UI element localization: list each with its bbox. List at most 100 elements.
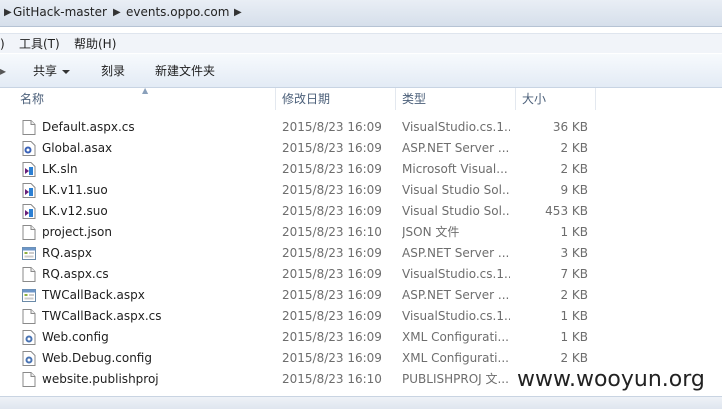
- breadcrumb-item[interactable]: GitHack-master: [13, 4, 107, 21]
- menu-item-partial[interactable]: ): [0, 36, 5, 52]
- file-date: 2015/8/23 16:09: [282, 351, 382, 365]
- table-row[interactable]: TWCallBack.aspx 2015/8/23 16:09 ASP.NET Se…: [0, 285, 600, 306]
- file-name: Web.Debug.config: [42, 351, 152, 365]
- file-date: 2015/8/23 16:09: [282, 246, 382, 260]
- file-size: 9 KB: [560, 183, 588, 197]
- share-button-label: 共享: [33, 64, 58, 78]
- file-size: 7 KB: [560, 267, 588, 281]
- table-row[interactable]: RQ.aspx.cs 2015/8/23 16:09 VisualStudio.cs…: [0, 264, 600, 285]
- file-date: 2015/8/23 16:09: [282, 330, 382, 344]
- file-size: 36 KB: [552, 120, 588, 134]
- table-row[interactable]: LK.sln 2015/8/23 16:09 Microsoft Visual...…: [0, 159, 600, 180]
- file-date: 2015/8/23 16:09: [282, 141, 382, 155]
- file-date: 2015/8/23 16:09: [282, 204, 382, 218]
- menu-item-help[interactable]: 帮助(H): [74, 36, 116, 52]
- file-cs-icon: [22, 309, 36, 324]
- file-type: XML Configurati...: [402, 351, 509, 365]
- file-name: Global.asax: [42, 141, 113, 155]
- column-header-name[interactable]: 名称: [20, 88, 274, 110]
- file-size: 453 KB: [545, 204, 588, 218]
- menu-item-tools[interactable]: 工具(T): [19, 36, 60, 52]
- file-name: Web.config: [42, 330, 109, 344]
- file-date: 2015/8/23 16:10: [282, 372, 382, 386]
- file-type: ASP.NET Server ...: [402, 246, 510, 260]
- table-row[interactable]: Default.aspx.cs 2015/8/23 16:09 VisualStud…: [0, 117, 600, 138]
- file-aspx-icon: [22, 246, 36, 261]
- file-name: TWCallBack.aspx.cs: [42, 309, 162, 323]
- file-generic-icon: [22, 372, 36, 387]
- column-divider[interactable]: [515, 88, 516, 110]
- file-name: Default.aspx.cs: [42, 120, 135, 134]
- file-name: LK.sln: [42, 162, 78, 176]
- file-size: 1 KB: [560, 225, 588, 239]
- file-name: RQ.aspx: [42, 246, 92, 260]
- chevron-down-icon: [62, 69, 71, 74]
- file-size: 2 KB: [560, 288, 588, 302]
- menu-bar: ) 工具(T) 帮助(H): [0, 33, 722, 54]
- column-divider[interactable]: [275, 88, 276, 110]
- file-name: LK.v11.suo: [42, 183, 108, 197]
- column-divider[interactable]: [595, 88, 596, 110]
- file-size: 1 KB: [560, 309, 588, 323]
- file-name: website.publishproj: [42, 372, 159, 386]
- file-name: TWCallBack.aspx: [42, 288, 145, 302]
- file-date: 2015/8/23 16:09: [282, 183, 382, 197]
- file-type: JSON 文件: [402, 225, 460, 239]
- table-row[interactable]: Web.Debug.config 2015/8/23 16:09 XML Confi…: [0, 348, 600, 369]
- file-cs-icon: [22, 120, 36, 135]
- file-size: 3 KB: [560, 246, 588, 260]
- file-size: 2 KB: [560, 141, 588, 155]
- file-sln-icon: [22, 162, 36, 177]
- status-bar: [0, 396, 722, 409]
- chevron-right-icon[interactable]: ▶: [234, 3, 242, 22]
- column-header-date[interactable]: 修改日期: [282, 88, 394, 110]
- file-type: XML Configurati...: [402, 330, 509, 344]
- file-type: VisualStudio.cs.1...: [402, 309, 510, 323]
- burn-button[interactable]: 刻录: [101, 62, 125, 80]
- column-header-type[interactable]: 类型: [402, 88, 514, 110]
- file-name: RQ.aspx.cs: [42, 267, 109, 281]
- file-date: 2015/8/23 16:09: [282, 120, 382, 134]
- table-row[interactable]: LK.v12.suo 2015/8/23 16:09 Visual Studio S…: [0, 201, 600, 222]
- table-row[interactable]: TWCallBack.aspx.cs 2015/8/23 16:09 VisualS…: [0, 306, 600, 327]
- file-date: 2015/8/23 16:09: [282, 162, 382, 176]
- file-size: 1 KB: [560, 330, 588, 344]
- toolbar-overflow-icon[interactable]: ▸: [0, 62, 6, 80]
- file-type: ASP.NET Server ...: [402, 141, 510, 155]
- table-row[interactable]: Global.asax 2015/8/23 16:09 ASP.NET Server…: [0, 138, 600, 159]
- file-size: 2 KB: [560, 162, 588, 176]
- file-aspx-icon: [22, 288, 36, 303]
- file-type: Microsoft Visual...: [402, 162, 508, 176]
- address-bar[interactable]: ▶ GitHack-master ▶ events.oppo.com ▶: [0, 0, 722, 27]
- file-type: Visual Studio Sol...: [402, 183, 510, 197]
- command-toolbar: ▸ 共享 刻录 新建文件夹: [0, 53, 722, 88]
- file-config-icon: [22, 351, 36, 366]
- file-suo-icon: [22, 204, 36, 219]
- file-type: ASP.NET Server ...: [402, 288, 510, 302]
- new-folder-button[interactable]: 新建文件夹: [155, 62, 215, 80]
- file-date: 2015/8/23 16:09: [282, 309, 382, 323]
- breadcrumb-item[interactable]: events.oppo.com: [126, 4, 229, 21]
- file-name: LK.v12.suo: [42, 204, 108, 218]
- column-divider[interactable]: [395, 88, 396, 110]
- share-button[interactable]: 共享: [33, 62, 71, 80]
- file-type: PUBLISHPROJ 文...: [402, 372, 509, 386]
- chevron-right-icon[interactable]: ▶: [4, 3, 12, 22]
- table-row[interactable]: RQ.aspx 2015/8/23 16:09 ASP.NET Server ...…: [0, 243, 600, 264]
- file-date: 2015/8/23 16:09: [282, 267, 382, 281]
- table-row[interactable]: Web.config 2015/8/23 16:09 XML Configurati…: [0, 327, 600, 348]
- file-name: project.json: [42, 225, 112, 239]
- file-json-icon: [22, 225, 36, 240]
- table-row[interactable]: LK.v11.suo 2015/8/23 16:09 Visual Studio S…: [0, 180, 600, 201]
- column-header-size[interactable]: 大小: [522, 88, 594, 110]
- file-config-icon: [22, 330, 36, 345]
- chevron-right-icon[interactable]: ▶: [113, 3, 121, 22]
- table-row[interactable]: project.json 2015/8/23 16:10 JSON 文件 1 KB: [0, 222, 600, 243]
- file-cs-icon: [22, 267, 36, 282]
- file-type: Visual Studio Sol...: [402, 204, 510, 218]
- file-type: VisualStudio.cs.1...: [402, 120, 510, 134]
- table-row[interactable]: website.publishproj 2015/8/23 16:10 PUBLIS…: [0, 369, 600, 390]
- file-date: 2015/8/23 16:09: [282, 288, 382, 302]
- watermark-text: www.wooyun.org: [517, 365, 717, 395]
- file-date: 2015/8/23 16:10: [282, 225, 382, 239]
